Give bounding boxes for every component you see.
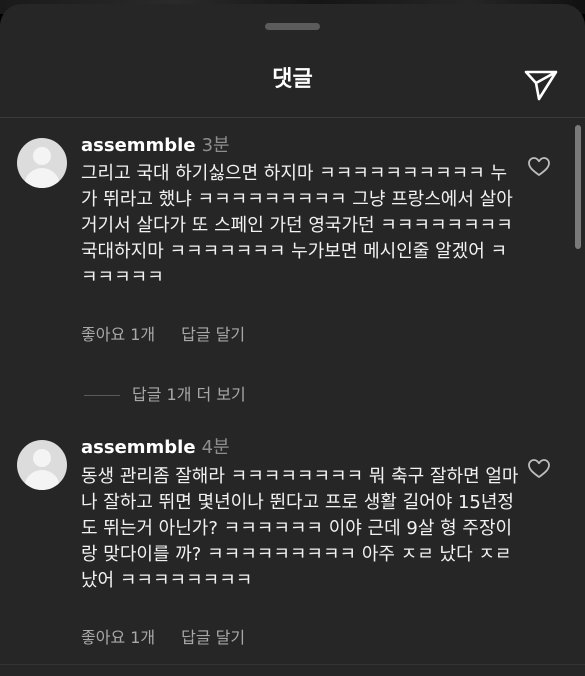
heart-icon[interactable] <box>528 459 550 479</box>
likes-count[interactable]: 좋아요 1개 <box>81 628 155 647</box>
heart-icon[interactable] <box>528 157 550 177</box>
reply-button[interactable]: 답글 달기 <box>181 325 245 344</box>
bottom-divider <box>0 664 585 665</box>
username[interactable]: assemmble <box>81 135 196 156</box>
view-replies-label: 답글 1개 더 보기 <box>132 385 246 404</box>
view-replies-button[interactable]: 답글 1개 더 보기 <box>84 384 246 406</box>
timestamp: 4분 <box>201 437 230 458</box>
comments-screen: 댓글 assemmble 3분 그리고 국대 하기싫으면 하지마 ㅋㅋㅋㅋㅋㅋㅋㅋ… <box>0 0 585 676</box>
drag-handle[interactable] <box>265 23 320 30</box>
comments-sheet: 댓글 assemmble 3분 그리고 국대 하기싫으면 하지마 ㅋㅋㅋㅋㅋㅋㅋㅋ… <box>0 4 585 676</box>
comment-actions: 좋아요 1개 답글 달기 <box>81 324 245 346</box>
timestamp: 3분 <box>201 135 230 156</box>
avatar[interactable] <box>17 440 67 490</box>
likes-count[interactable]: 좋아요 1개 <box>81 325 155 344</box>
avatar[interactable] <box>17 138 67 188</box>
comment-text: 동생 관리좀 잘해라 ㅋㅋㅋㅋㅋㅋㅋㅋ 뭐 축구 잘하면 얼마나 잘하고 뛰면 … <box>81 466 519 591</box>
comment-text: 그리고 국대 하기싫으면 하지마 ㅋㅋㅋㅋㅋㅋㅋㅋㅋㅋ 누가 뛰라고 했냐 ㅋㅋ… <box>81 163 513 288</box>
sheet-title: 댓글 <box>272 67 313 92</box>
reply-button[interactable]: 답글 달기 <box>181 628 245 647</box>
username[interactable]: assemmble <box>81 437 196 458</box>
divider-line <box>84 395 120 396</box>
header-divider <box>0 117 585 118</box>
comment-actions: 좋아요 1개 답글 달기 <box>81 627 245 649</box>
scrollbar[interactable] <box>575 125 581 249</box>
send-icon[interactable] <box>523 66 559 102</box>
comment-meta: assemmble 3분 <box>81 135 230 157</box>
comment-meta: assemmble 4분 <box>81 437 230 459</box>
